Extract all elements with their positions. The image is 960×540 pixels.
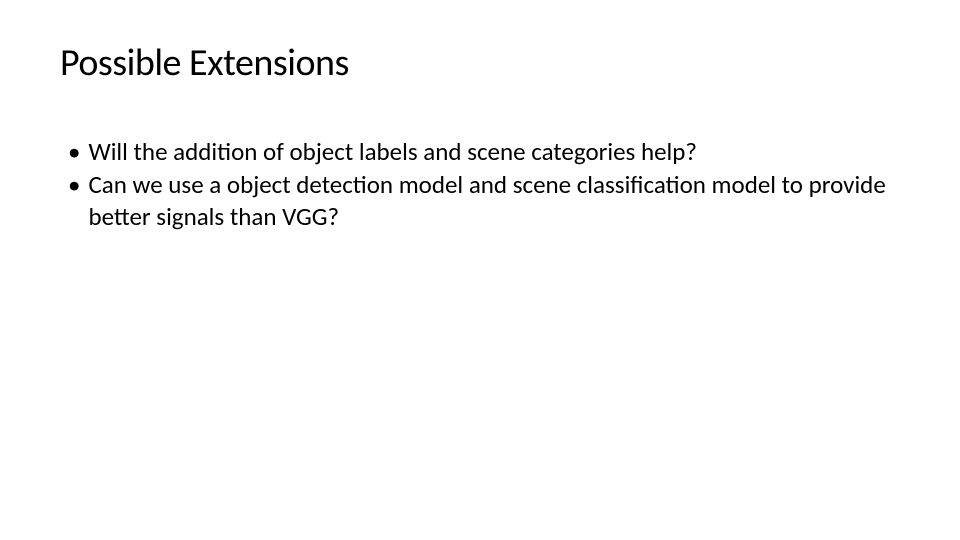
- list-item: • Can we use a object detection model an…: [68, 169, 900, 232]
- bullet-text: Will the addition of object labels and s…: [88, 136, 900, 167]
- bullet-text: Can we use a object detection model and …: [88, 169, 900, 232]
- bullet-list: • Will the addition of object labels and…: [60, 136, 900, 232]
- list-item: • Will the addition of object labels and…: [68, 136, 900, 167]
- bullet-icon: •: [68, 169, 80, 200]
- bullet-icon: •: [68, 136, 80, 167]
- slide-title: Possible Extensions: [60, 40, 900, 86]
